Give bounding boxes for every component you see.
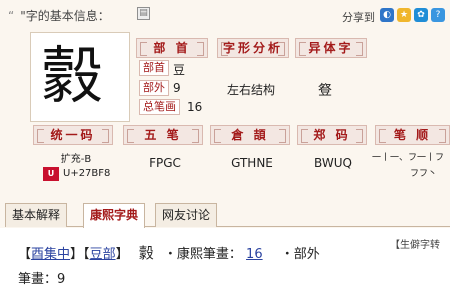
kangxi-outside-value: 9 (57, 272, 66, 287)
kangxi-outside-label: ・部外 (280, 247, 320, 262)
bu-link[interactable]: 豆部 (90, 247, 116, 262)
main-character: 豰 (41, 39, 104, 112)
kangxi-content: 【酉集中】【豆部】 豰 ・康熙筆畫： 16 ・部外 【生僻字转 筆畫：9 (0, 228, 450, 300)
help-icon[interactable]: ? (431, 8, 445, 22)
zhengma-value: BWUQ (314, 156, 352, 170)
qzone-icon[interactable]: ◐ (380, 8, 394, 22)
structure-header: 字形分析 (217, 38, 289, 58)
radical-value: 豆 (173, 63, 186, 77)
kangxi-stroke-label: ・康熙筆畫： (163, 247, 242, 262)
unicode-value: U+27BF8 (63, 168, 111, 179)
unicode-header: 统一码 (33, 125, 113, 145)
kangxi-line-1: 【酉集中】【豆部】 豰 ・康熙筆畫： 16 ・部外 (18, 242, 320, 263)
stroke-order-line2: フフ丶 (410, 169, 438, 179)
total-strokes-value: 16 (187, 100, 203, 114)
share-label: 分享到 (342, 11, 375, 24)
character-box: 豰 (30, 32, 130, 122)
wubi-value: FPGC (149, 156, 181, 170)
cangjie-value: GTHNE (231, 156, 273, 170)
unicode-logo: U (43, 167, 59, 181)
share-icons: ◐ ★ ✿ ? (380, 8, 445, 22)
variant-header: 异体字 (295, 38, 367, 58)
kangxi-stroke-value[interactable]: 16 (246, 247, 263, 262)
star-icon[interactable]: ★ (397, 8, 411, 22)
page-title: “ "字的基本信息： (8, 7, 110, 24)
bracket-close-2: 】 (115, 247, 129, 262)
zhengma-header: 郑 码 (297, 125, 367, 145)
tab-kangxi[interactable]: 康熙字典 (83, 203, 146, 228)
bracket-close-1: 】 (70, 247, 84, 262)
bracket-open-1: 【 (18, 247, 32, 262)
kangxi-outside-value-label: 筆畫： (18, 272, 58, 287)
paw-icon[interactable]: ✿ (414, 8, 428, 22)
title-text: "字的基本信息： (20, 9, 110, 23)
tab-discussion[interactable]: 网友讨论 (155, 203, 218, 227)
rare-char-note[interactable]: 【生僻字转 (390, 236, 440, 251)
stroke-order-header: 笔 顺 (375, 125, 450, 145)
top-bar: “ "字的基本信息： ▤ 分享到 ◐ ★ ✿ ? (0, 0, 450, 30)
unicode-block: 扩充-B (60, 154, 92, 165)
outside-value: 9 (173, 81, 181, 95)
radical-label: 部首 (139, 60, 169, 76)
variant-value[interactable]: 豋 (318, 80, 332, 100)
tab-bar: 基本解释 康熙字典 网友讨论 (5, 203, 450, 228)
cangjie-header: 倉 頡 (210, 125, 290, 145)
total-strokes-label: 总笔画 (139, 99, 180, 115)
stroke-order-line1: 一丨一、フ一丨フ (372, 153, 445, 163)
document-icon[interactable]: ▤ (137, 7, 150, 20)
outside-label: 部外 (139, 80, 169, 96)
radical-header: 部 首 (136, 38, 208, 58)
kangxi-char: 豰 (138, 244, 154, 262)
wubi-header: 五 笔 (123, 125, 203, 145)
ji-link[interactable]: 酉集中 (31, 247, 70, 262)
title-quote: “ (8, 9, 15, 23)
kangxi-line-2: 筆畫：9 (18, 268, 65, 287)
structure-value: 左右结构 (227, 83, 276, 97)
tab-basic[interactable]: 基本解释 (5, 203, 68, 227)
